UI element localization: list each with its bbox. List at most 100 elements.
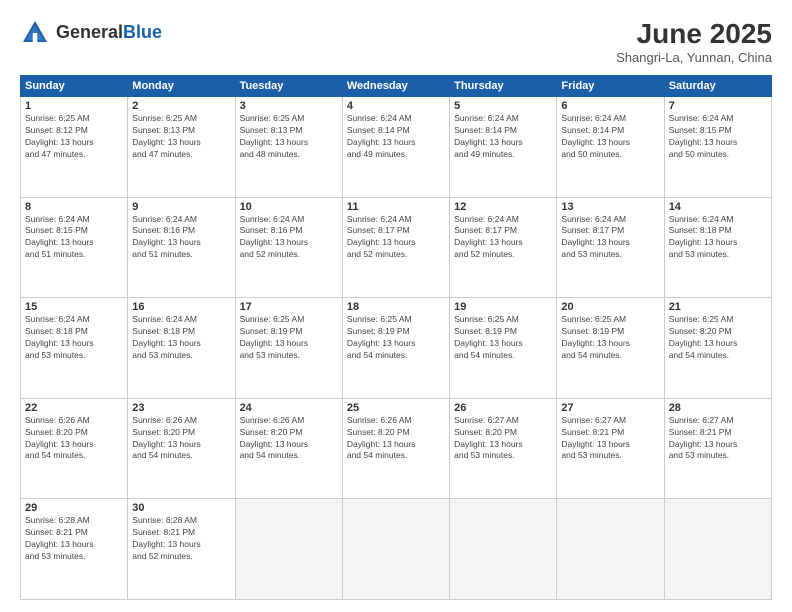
- day-cell: 26Sunrise: 6:27 AMSunset: 8:20 PMDayligh…: [450, 398, 557, 499]
- day-cell: 4Sunrise: 6:24 AMSunset: 8:14 PMDaylight…: [342, 97, 449, 198]
- day-number: 6: [561, 100, 659, 112]
- day-info: Sunrise: 6:24 AMSunset: 8:15 PMDaylight:…: [25, 214, 123, 262]
- day-cell: 30Sunrise: 6:28 AMSunset: 8:21 PMDayligh…: [128, 499, 235, 600]
- day-info: Sunrise: 6:25 AMSunset: 8:19 PMDaylight:…: [240, 314, 338, 362]
- day-cell: 18Sunrise: 6:25 AMSunset: 8:19 PMDayligh…: [342, 298, 449, 399]
- day-info: Sunrise: 6:24 AMSunset: 8:17 PMDaylight:…: [347, 214, 445, 262]
- day-info: Sunrise: 6:24 AMSunset: 8:16 PMDaylight:…: [240, 214, 338, 262]
- day-cell: 8Sunrise: 6:24 AMSunset: 8:15 PMDaylight…: [21, 197, 128, 298]
- day-cell: [342, 499, 449, 600]
- day-cell: 14Sunrise: 6:24 AMSunset: 8:18 PMDayligh…: [664, 197, 771, 298]
- day-cell: 7Sunrise: 6:24 AMSunset: 8:15 PMDaylight…: [664, 97, 771, 198]
- day-number: 25: [347, 402, 445, 414]
- day-cell: [664, 499, 771, 600]
- day-cell: 28Sunrise: 6:27 AMSunset: 8:21 PMDayligh…: [664, 398, 771, 499]
- day-number: 15: [25, 301, 123, 313]
- day-cell: 16Sunrise: 6:24 AMSunset: 8:18 PMDayligh…: [128, 298, 235, 399]
- week-row-3: 15Sunrise: 6:24 AMSunset: 8:18 PMDayligh…: [21, 298, 772, 399]
- day-number: 12: [454, 201, 552, 213]
- day-number: 21: [669, 301, 767, 313]
- week-row-4: 22 Sunrise: 6:26 AMSunset: 8:20 PMDayligh…: [21, 398, 772, 499]
- day-number: 4: [347, 100, 445, 112]
- day-info: Sunrise: 6:24 AMSunset: 8:15 PMDaylight:…: [669, 113, 767, 161]
- day-number: 13: [561, 201, 659, 213]
- week-row-1: 1Sunrise: 6:25 AMSunset: 8:12 PMDaylight…: [21, 97, 772, 198]
- weekday-header-friday: Friday: [557, 76, 664, 97]
- day-cell: [450, 499, 557, 600]
- logo: GeneralBlue: [20, 18, 162, 48]
- weekday-header-row: SundayMondayTuesdayWednesdayThursdayFrid…: [21, 76, 772, 97]
- day-cell: 5Sunrise: 6:24 AMSunset: 8:14 PMDaylight…: [450, 97, 557, 198]
- day-number: 8: [25, 201, 123, 213]
- day-cell: 25Sunrise: 6:26 AMSunset: 8:20 PMDayligh…: [342, 398, 449, 499]
- day-number: 1: [25, 100, 123, 112]
- day-number: 7: [669, 100, 767, 112]
- day-info: Sunrise: 6:25 AMSunset: 8:13 PMDaylight:…: [132, 113, 230, 161]
- day-cell: 2Sunrise: 6:25 AMSunset: 8:13 PMDaylight…: [128, 97, 235, 198]
- week-row-2: 8Sunrise: 6:24 AMSunset: 8:15 PMDaylight…: [21, 197, 772, 298]
- month-year: June 2025: [616, 18, 772, 50]
- day-info: Sunrise: 6:25 AMSunset: 8:20 PMDaylight:…: [669, 314, 767, 362]
- day-number: 29: [25, 502, 123, 514]
- weekday-header-thursday: Thursday: [450, 76, 557, 97]
- day-info: Sunrise: 6:26 AMSunset: 8:20 PMDaylight:…: [132, 415, 230, 463]
- day-info: Sunrise: 6:26 AMSunset: 8:20 PMDaylight:…: [347, 415, 445, 463]
- day-number: 11: [347, 201, 445, 213]
- day-number: 23: [132, 402, 230, 414]
- day-number: 19: [454, 301, 552, 313]
- day-cell: 21Sunrise: 6:25 AMSunset: 8:20 PMDayligh…: [664, 298, 771, 399]
- day-cell: 15Sunrise: 6:24 AMSunset: 8:18 PMDayligh…: [21, 298, 128, 399]
- day-number: 5: [454, 100, 552, 112]
- day-number: 9: [132, 201, 230, 213]
- weekday-header-saturday: Saturday: [664, 76, 771, 97]
- day-info: Sunrise: 6:24 AMSunset: 8:14 PMDaylight:…: [561, 113, 659, 161]
- day-cell: 1Sunrise: 6:25 AMSunset: 8:12 PMDaylight…: [21, 97, 128, 198]
- day-number: 14: [669, 201, 767, 213]
- day-cell: [235, 499, 342, 600]
- weekday-header-monday: Monday: [128, 76, 235, 97]
- day-info: Sunrise: 6:28 AMSunset: 8:21 PMDaylight:…: [25, 515, 123, 563]
- day-info: Sunrise: 6:25 AMSunset: 8:12 PMDaylight:…: [25, 113, 123, 161]
- day-info: Sunrise: 6:27 AMSunset: 8:20 PMDaylight:…: [454, 415, 552, 463]
- day-cell: 9Sunrise: 6:24 AMSunset: 8:16 PMDaylight…: [128, 197, 235, 298]
- day-info: Sunrise: 6:27 AMSunset: 8:21 PMDaylight:…: [561, 415, 659, 463]
- day-cell: 17Sunrise: 6:25 AMSunset: 8:19 PMDayligh…: [235, 298, 342, 399]
- day-cell: 23Sunrise: 6:26 AMSunset: 8:20 PMDayligh…: [128, 398, 235, 499]
- weekday-header-tuesday: Tuesday: [235, 76, 342, 97]
- logo-blue: Blue: [123, 22, 162, 42]
- day-cell: 29Sunrise: 6:28 AMSunset: 8:21 PMDayligh…: [21, 499, 128, 600]
- day-number: 28: [669, 402, 767, 414]
- day-number: 27: [561, 402, 659, 414]
- day-cell: 22Sunrise: 6:26 AMSunset: 8:20 PMDayligh…: [21, 398, 128, 499]
- day-cell: 3Sunrise: 6:25 AMSunset: 8:13 PMDaylight…: [235, 97, 342, 198]
- day-cell: 19Sunrise: 6:25 AMSunset: 8:19 PMDayligh…: [450, 298, 557, 399]
- day-number: 10: [240, 201, 338, 213]
- logo-text: GeneralBlue: [56, 23, 162, 43]
- day-info: Sunrise: 6:24 AMSunset: 8:16 PMDaylight:…: [132, 214, 230, 262]
- day-number: 30: [132, 502, 230, 514]
- day-cell: 24Sunrise: 6:26 AMSunset: 8:20 PMDayligh…: [235, 398, 342, 499]
- day-number: 17: [240, 301, 338, 313]
- day-info: Sunrise: 6:25 AMSunset: 8:19 PMDaylight:…: [347, 314, 445, 362]
- day-cell: [557, 499, 664, 600]
- day-number: 20: [561, 301, 659, 313]
- weekday-header-sunday: Sunday: [21, 76, 128, 97]
- day-info: Sunrise: 6:27 AMSunset: 8:21 PMDaylight:…: [669, 415, 767, 463]
- day-info: Sunrise: 6:24 AMSunset: 8:18 PMDaylight:…: [132, 314, 230, 362]
- day-info: Sunrise: 6:24 AMSunset: 8:17 PMDaylight:…: [561, 214, 659, 262]
- weekday-header-wednesday: Wednesday: [342, 76, 449, 97]
- day-number: 3: [240, 100, 338, 112]
- day-cell: 27Sunrise: 6:27 AMSunset: 8:21 PMDayligh…: [557, 398, 664, 499]
- header: GeneralBlue June 2025 Shangri-La, Yunnan…: [20, 18, 772, 65]
- day-number: 18: [347, 301, 445, 313]
- day-info: Sunrise: 6:25 AMSunset: 8:19 PMDaylight:…: [454, 314, 552, 362]
- day-cell: 6Sunrise: 6:24 AMSunset: 8:14 PMDaylight…: [557, 97, 664, 198]
- day-info: Sunrise: 6:24 AMSunset: 8:18 PMDaylight:…: [25, 314, 123, 362]
- day-info: Sunrise: 6:25 AMSunset: 8:13 PMDaylight:…: [240, 113, 338, 161]
- day-cell: 10Sunrise: 6:24 AMSunset: 8:16 PMDayligh…: [235, 197, 342, 298]
- day-number: 16: [132, 301, 230, 313]
- day-info: Sunrise: 6:25 AMSunset: 8:19 PMDaylight:…: [561, 314, 659, 362]
- location: Shangri-La, Yunnan, China: [616, 50, 772, 65]
- day-number: 22: [25, 402, 123, 414]
- day-info: Sunrise: 6:24 AMSunset: 8:14 PMDaylight:…: [347, 113, 445, 161]
